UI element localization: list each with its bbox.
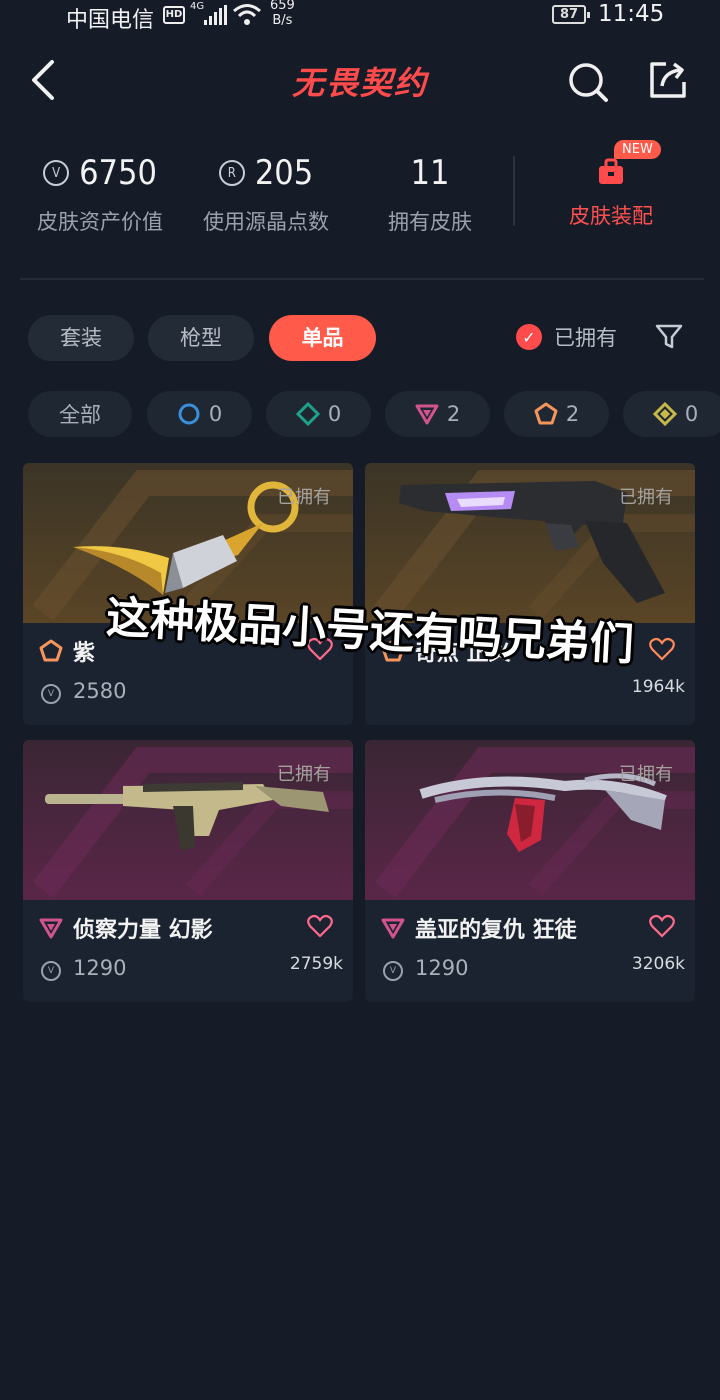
- skin-card[interactable]: 已拥有 盖亚的复仇 狂徒 V 1290 3206k: [365, 740, 695, 1002]
- signal-icon: [204, 5, 227, 25]
- speed-unit: B/s: [272, 13, 293, 28]
- skin-loadout-button[interactable]: 皮肤装配: [556, 150, 666, 230]
- deluxe-tier-icon: [295, 402, 320, 426]
- stat-value: 11: [410, 153, 450, 193]
- ultra-tier-icon: [652, 402, 677, 426]
- share-icon: [650, 62, 686, 98]
- like-count: 2759k: [289, 954, 343, 974]
- chip-select-tier[interactable]: 0: [147, 391, 252, 437]
- skin-price: 2580: [73, 679, 127, 703]
- app-logo-title: 无畏契约: [291, 64, 428, 102]
- section-divider: [20, 278, 704, 280]
- skin-price: 1290: [415, 956, 469, 980]
- premium-tier-icon: [381, 918, 405, 939]
- vp-coin-icon: V: [383, 961, 403, 981]
- like-count: 1964k: [631, 677, 685, 697]
- clock: 11:45: [598, 1, 665, 27]
- wifi-icon: [233, 4, 261, 25]
- chip-exclusive-tier[interactable]: 2: [504, 391, 609, 437]
- chip-ultra-tier[interactable]: 0: [623, 391, 720, 437]
- search-button[interactable]: [566, 60, 610, 104]
- filter-button[interactable]: [654, 322, 684, 352]
- chip-count: 2: [565, 402, 580, 426]
- stat-label: 皮肤资产价值: [37, 210, 163, 234]
- share-button[interactable]: [646, 58, 690, 102]
- vp-coin-icon: V: [41, 684, 61, 704]
- radianite-coin-icon: R: [218, 160, 245, 186]
- carrier-name: 中国电信: [66, 8, 155, 33]
- owned-filter-toggle[interactable]: ✓ 已拥有: [516, 322, 617, 352]
- tab-single-item[interactable]: 单品: [269, 315, 376, 361]
- stat-value: 6750: [79, 153, 157, 193]
- battery-icon: 87: [552, 5, 590, 24]
- owned-label: 已拥有: [619, 487, 673, 508]
- owned-label: 已拥有: [277, 487, 331, 508]
- chip-count: 0: [208, 402, 223, 426]
- premium-tier-icon: [39, 918, 63, 939]
- skin-name: 侦察力量 幻影: [73, 918, 213, 943]
- status-bar: 中国电信 HD 4G 659 B/s 87 11:45: [0, 0, 720, 34]
- network-speed: 659 B/s: [270, 0, 295, 28]
- skin-card[interactable]: 已拥有 侦察力量 幻影 V 1290 2759k: [23, 740, 353, 1002]
- stat-skin-value: V 6750 皮肤资产价值: [30, 150, 170, 236]
- chevron-left-icon: [32, 60, 54, 100]
- chip-count: 2: [446, 402, 461, 426]
- exclusive-tier-icon: [39, 639, 63, 662]
- stats-divider: [513, 156, 515, 226]
- network-type: 4G: [190, 1, 205, 12]
- search-icon: [569, 63, 608, 102]
- speed-value: 659: [270, 0, 295, 13]
- chip-label: 全部: [59, 403, 101, 427]
- exclusive-tier-icon: [534, 402, 558, 425]
- heart-icon[interactable]: [649, 914, 675, 938]
- premium-tier-icon: [415, 404, 439, 425]
- vp-coin-icon: V: [43, 160, 70, 186]
- chip-premium-tier[interactable]: 2: [385, 391, 490, 437]
- new-badge: NEW: [614, 140, 661, 159]
- like-count: 3206k: [631, 954, 685, 974]
- owned-label: 已拥有: [619, 764, 673, 785]
- checkmark-icon: ✓: [516, 324, 542, 350]
- tab-bundle[interactable]: 套装: [28, 315, 134, 361]
- stat-value: 205: [254, 153, 314, 193]
- stat-label: 使用源晶点数: [203, 210, 329, 234]
- skin-loadout-label: 皮肤装配: [569, 204, 653, 228]
- skin-card[interactable]: 已拥有 奇点 正义 1964k: [365, 463, 695, 725]
- heart-icon[interactable]: [307, 914, 333, 938]
- chip-count: 0: [327, 402, 342, 426]
- owned-filter-label: 已拥有: [554, 326, 617, 350]
- stat-radianite: R 205 使用源晶点数: [196, 150, 336, 236]
- hd-icon: HD: [163, 6, 185, 24]
- stat-label: 拥有皮肤: [388, 210, 472, 234]
- chip-count: 0: [684, 402, 699, 426]
- stat-owned-skins[interactable]: 11 拥有皮肤: [380, 150, 480, 236]
- back-button[interactable]: [24, 58, 64, 102]
- skin-name: 盖亚的复仇 狂徒: [415, 918, 577, 943]
- skin-price: 1290: [73, 956, 127, 980]
- rarity-filter-bar: 全部 0 0 2 2 0: [0, 391, 720, 437]
- chip-all[interactable]: 全部: [28, 391, 132, 437]
- tab-weapon-type[interactable]: 枪型: [148, 315, 254, 361]
- funnel-icon: [655, 324, 683, 349]
- chip-deluxe-tier[interactable]: 0: [266, 391, 371, 437]
- owned-label: 已拥有: [277, 764, 331, 785]
- select-tier-icon: [178, 403, 200, 425]
- vp-coin-icon: V: [41, 961, 61, 981]
- toolbox-icon: [599, 158, 623, 184]
